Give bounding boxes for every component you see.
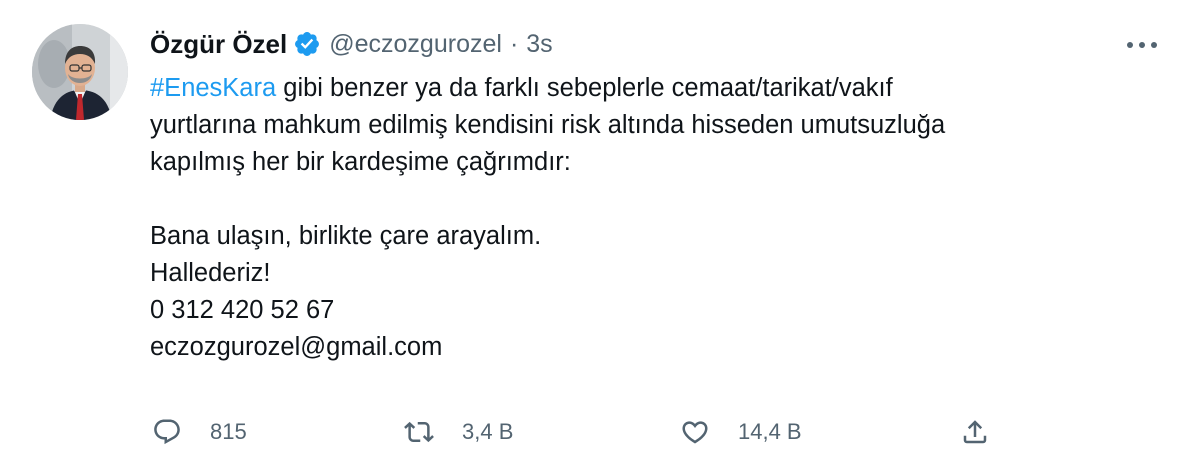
retweet-count: 3,4 B: [462, 419, 514, 444]
reply-bubble-icon: [150, 415, 184, 449]
reply-count: 815: [210, 419, 247, 444]
verified-badge-icon: [293, 30, 321, 58]
retweet-button[interactable]: 3,4 B: [402, 408, 513, 456]
heart-icon: [678, 415, 712, 449]
tweet-card[interactable]: Özgür Özel @eczozgurozel · 3s #EnesKara …: [0, 0, 1194, 476]
tweet-timestamp[interactable]: 3s: [526, 30, 552, 59]
tweet-text-line: kapılmış her bir kardeşime çağrımdır:: [150, 148, 571, 176]
share-button[interactable]: [958, 408, 992, 456]
phone-number: 0 312 420 52 67: [150, 296, 335, 324]
more-dots-icon: [1125, 37, 1159, 55]
tweet-text-line: #EnesKara gibi benzer ya da farklı sebep…: [150, 70, 1160, 107]
tweet-text-line: Hallederiz!: [150, 259, 271, 287]
email-address: eczozgurozel@gmail.com: [150, 333, 443, 361]
tweet-text-line: Bana ulaşın, birlikte çare arayalım.: [150, 222, 542, 250]
retweet-arrows-icon: [402, 415, 436, 449]
avatar-photo: [32, 24, 128, 120]
more-options-button[interactable]: [1118, 28, 1166, 64]
like-count: 14,4 B: [738, 419, 802, 444]
tweet-text-line: yurtlarına mahkum edilmiş kendisini risk…: [150, 111, 946, 139]
header-separator: ·: [509, 29, 519, 58]
author-display-name[interactable]: Özgür Özel: [150, 29, 287, 60]
line-break: [150, 181, 1160, 218]
like-button[interactable]: 14,4 B: [678, 408, 802, 456]
hashtag-link[interactable]: #EnesKara: [150, 74, 276, 102]
tweet-text: #EnesKara gibi benzer ya da farklı sebep…: [150, 70, 1160, 366]
author-handle[interactable]: @eczozgurozel: [329, 30, 502, 59]
tweet-text-segment: gibi benzer ya da farklı sebeplerle cema…: [276, 74, 893, 102]
tweet-actions: 815 3,4 B 14,4 B: [150, 408, 1020, 456]
share-upload-icon: [958, 415, 992, 449]
tweet-header: Özgür Özel @eczozgurozel · 3s: [150, 22, 553, 66]
avatar[interactable]: [32, 24, 128, 120]
reply-button[interactable]: 815: [150, 408, 247, 456]
